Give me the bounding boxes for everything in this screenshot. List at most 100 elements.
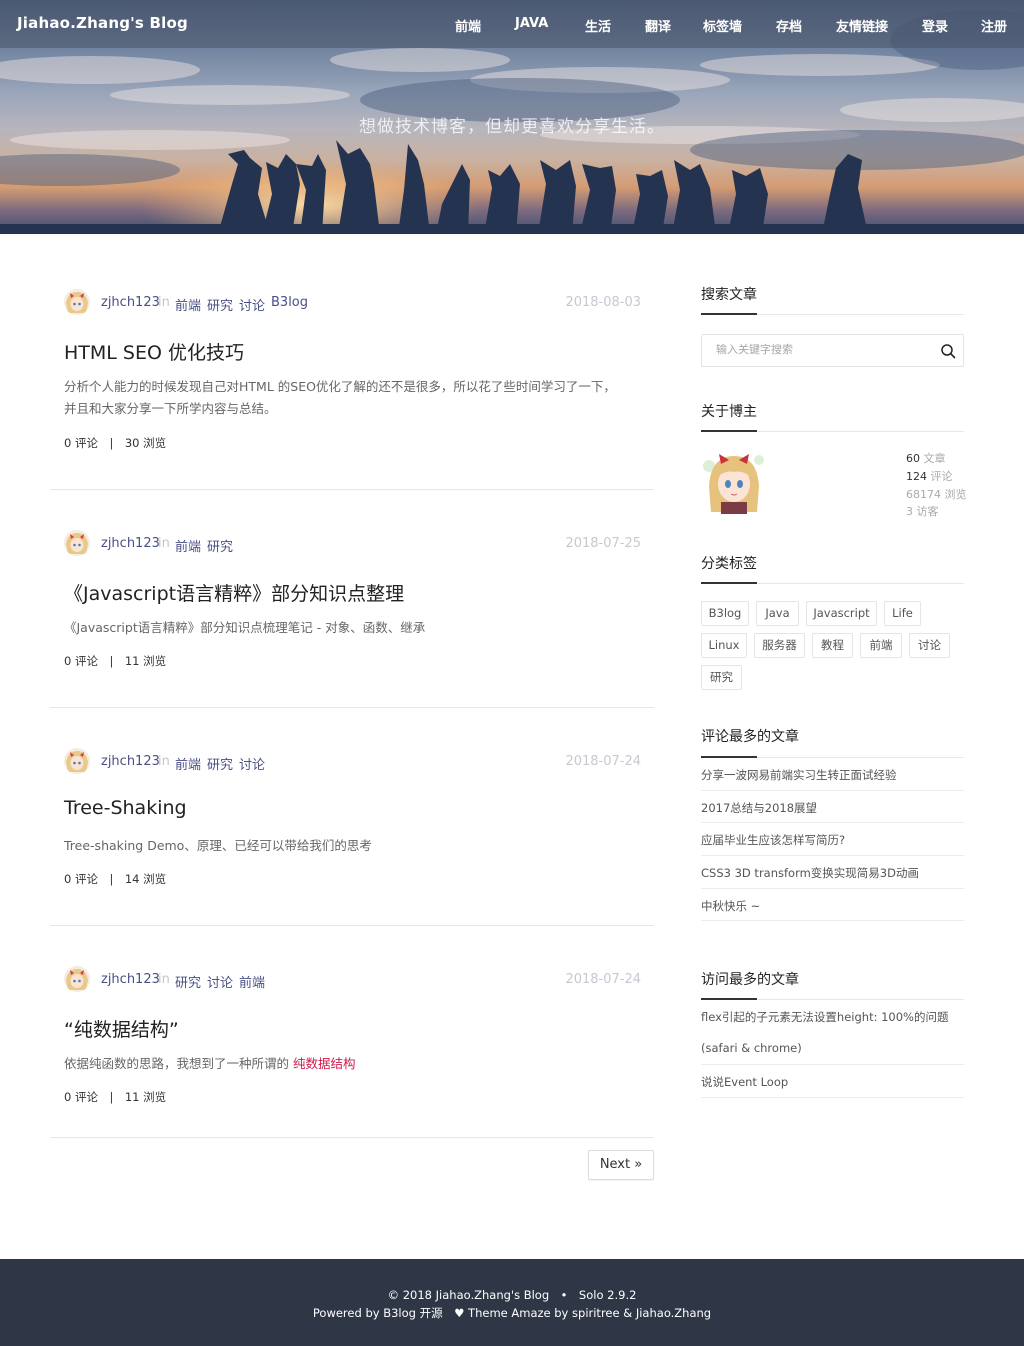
post-tag[interactable]: 前端 (175, 295, 201, 314)
post-title[interactable]: 《Javascript语言精粹》部分知识点整理 (64, 579, 404, 606)
post-tag[interactable]: 研究 (175, 972, 201, 991)
tag-chip[interactable]: Life (884, 601, 921, 626)
post-stats: 0 评论 | 30 浏览 (64, 436, 167, 450)
most-viewed-article-link[interactable]: 说说Event Loop (701, 1074, 964, 1090)
post-abstract: 《Javascript语言精粹》部分知识点梳理笔记 - 对象、函数、继承 (64, 620, 426, 635)
most-commented-article-link[interactable]: 分享一波网易前端实习生转正面试经验 (701, 767, 964, 783)
post-tag[interactable]: 研究 (207, 754, 233, 773)
post-date: 2018-08-03 (565, 295, 641, 310)
post-author[interactable]: zjhch123 (101, 536, 160, 551)
nav-item-login[interactable]: 登录 (922, 16, 948, 35)
post-author[interactable]: zjhch123 (101, 972, 160, 987)
post-author[interactable]: zjhch123 (101, 295, 160, 310)
tag-chip[interactable]: Javascript (806, 601, 877, 626)
list-separator (701, 790, 964, 791)
tag-chip[interactable]: B3log (701, 601, 749, 626)
author-avatar[interactable] (64, 966, 90, 992)
about-stat-views: 68174 浏览 (906, 488, 967, 501)
post-date: 2018-07-24 (565, 972, 641, 987)
author-avatar[interactable] (64, 289, 90, 315)
post-date: 2018-07-24 (565, 754, 641, 769)
post-tag[interactable]: 研究 (207, 536, 233, 555)
post-stats: 0 评论 | 14 浏览 (64, 872, 167, 886)
list-separator (701, 1097, 964, 1098)
nav-item-java[interactable]: JAVA (515, 16, 548, 31)
post-card: zjhch123 in 前端 研究 2018-07-25 《Javascript… (50, 527, 654, 677)
most-commented-article-link[interactable]: 中秋快乐 ~ (701, 898, 964, 914)
search-icon[interactable] (940, 343, 956, 359)
nav-item-archive[interactable]: 存档 (776, 16, 802, 35)
top-navigation-bar: Jiahao.Zhang's Blog 前端 JAVA 生活 翻译 标签墙 存档… (0, 0, 1024, 48)
widget-title-underline (701, 313, 964, 315)
post-divider (50, 707, 654, 708)
tag-chip[interactable]: 前端 (860, 633, 902, 658)
about-stat-visitors: 3 访客 (906, 505, 939, 518)
post-card: zjhch123 in 前端 研究 讨论 2018-07-24 Tree-Sha… (50, 745, 654, 895)
tag-chip[interactable]: 教程 (812, 633, 853, 658)
post-tag[interactable]: B3log (271, 295, 308, 310)
most-commented-article-link[interactable]: 应届毕业生应该怎样写简历? (701, 832, 964, 848)
abstract-highlight-link[interactable]: 纯数据结构 (293, 1056, 356, 1071)
blogger-avatar (701, 446, 767, 514)
search-widget-title: 搜索文章 (701, 287, 757, 303)
post-card: zjhch123 in 研究 讨论 前端 2018-07-24 “纯数据结构” … (50, 963, 654, 1113)
next-page-button[interactable]: Next » (588, 1150, 654, 1180)
search-input[interactable] (716, 343, 926, 356)
widget-title-underline (701, 756, 964, 758)
tag-chip[interactable]: Linux (701, 633, 747, 658)
post-tag[interactable]: 讨论 (239, 295, 265, 314)
abstract-line: 并且和大家分享一下所学内容与总结。 (64, 401, 277, 416)
post-abstract: 依据纯函数的思路，我想到了一种所谓的 纯数据结构 (64, 1053, 634, 1075)
list-separator (701, 822, 964, 823)
tag-chip[interactable]: 服务器 (754, 633, 805, 658)
most-commented-article-link[interactable]: 2017总结与2018展望 (701, 800, 964, 816)
abstract-text: 依据纯函数的思路，我想到了一种所谓的 (64, 1056, 293, 1071)
author-avatar[interactable] (64, 748, 90, 774)
footer-powered-by: Powered by B3log 开源 ♥ Theme Amaze by spi… (312, 1306, 712, 1320)
tag-chip[interactable]: 讨论 (909, 633, 950, 658)
post-author[interactable]: zjhch123 (101, 754, 160, 769)
post-tag[interactable]: 前端 (175, 754, 201, 773)
most-viewed-article-link[interactable]: flex引起的子元素无法设置height: 100%的问题 (701, 1009, 964, 1025)
nav-item-links[interactable]: 友情链接 (836, 16, 888, 35)
author-avatar[interactable] (64, 530, 90, 556)
tags-widget-title: 分类标签 (701, 556, 757, 572)
nav-item-life[interactable]: 生活 (585, 16, 611, 35)
hero-tagline: 想做技术博客，但却更喜欢分享生活。 (359, 117, 665, 137)
tag-chip[interactable]: 研究 (701, 665, 742, 690)
post-tag[interactable]: 前端 (175, 536, 201, 555)
post-tag[interactable]: 讨论 (207, 972, 233, 991)
post-title[interactable]: HTML SEO 优化技巧 (64, 338, 244, 365)
post-title[interactable]: “纯数据结构” (64, 1015, 179, 1042)
post-stats: 0 评论 | 11 浏览 (64, 654, 167, 668)
list-separator (701, 855, 964, 856)
tag-chip[interactable]: Java (756, 601, 799, 626)
most-commented-article-link[interactable]: CSS3 3D transform变换实现简易3D动画 (701, 865, 964, 881)
list-separator (701, 1064, 964, 1065)
nav-item-translation[interactable]: 翻译 (645, 16, 671, 35)
about-stat-comments: 124 评论 (906, 470, 953, 483)
post-divider (50, 1137, 654, 1138)
in-label: in (158, 536, 170, 551)
list-separator (701, 888, 964, 889)
most-commented-widget-title: 评论最多的文章 (701, 729, 799, 745)
in-label: in (158, 295, 170, 310)
post-tag[interactable]: 讨论 (239, 754, 265, 773)
nav-item-frontend[interactable]: 前端 (455, 16, 481, 35)
post-tag[interactable]: 研究 (207, 295, 233, 314)
widget-title-underline (701, 430, 964, 432)
post-abstract: Tree-shaking Demo、原理、已经可以带给我们的思考 (64, 838, 372, 853)
post-title[interactable]: Tree-Shaking (64, 797, 187, 819)
nav-item-register[interactable]: 注册 (981, 16, 1007, 35)
most-viewed-article-link[interactable]: (safari & chrome) (701, 1041, 964, 1055)
post-abstract: 分析个人能力的时候发现自己对HTML 的SEO优化了解的还不是很多，所以花了些时… (64, 376, 634, 420)
nav-item-tag-wall[interactable]: 标签墙 (703, 16, 742, 35)
about-widget-title: 关于博主 (701, 404, 757, 420)
post-stats: 0 评论 | 11 浏览 (64, 1090, 167, 1104)
blog-brand[interactable]: Jiahao.Zhang's Blog (17, 14, 188, 32)
post-tag[interactable]: 前端 (239, 972, 265, 991)
site-footer: © 2018 Jiahao.Zhang's Blog • Solo 2.9.2 … (0, 1259, 1024, 1346)
in-label: in (158, 754, 170, 769)
post-date: 2018-07-25 (565, 536, 641, 551)
widget-title-underline (701, 998, 964, 1000)
